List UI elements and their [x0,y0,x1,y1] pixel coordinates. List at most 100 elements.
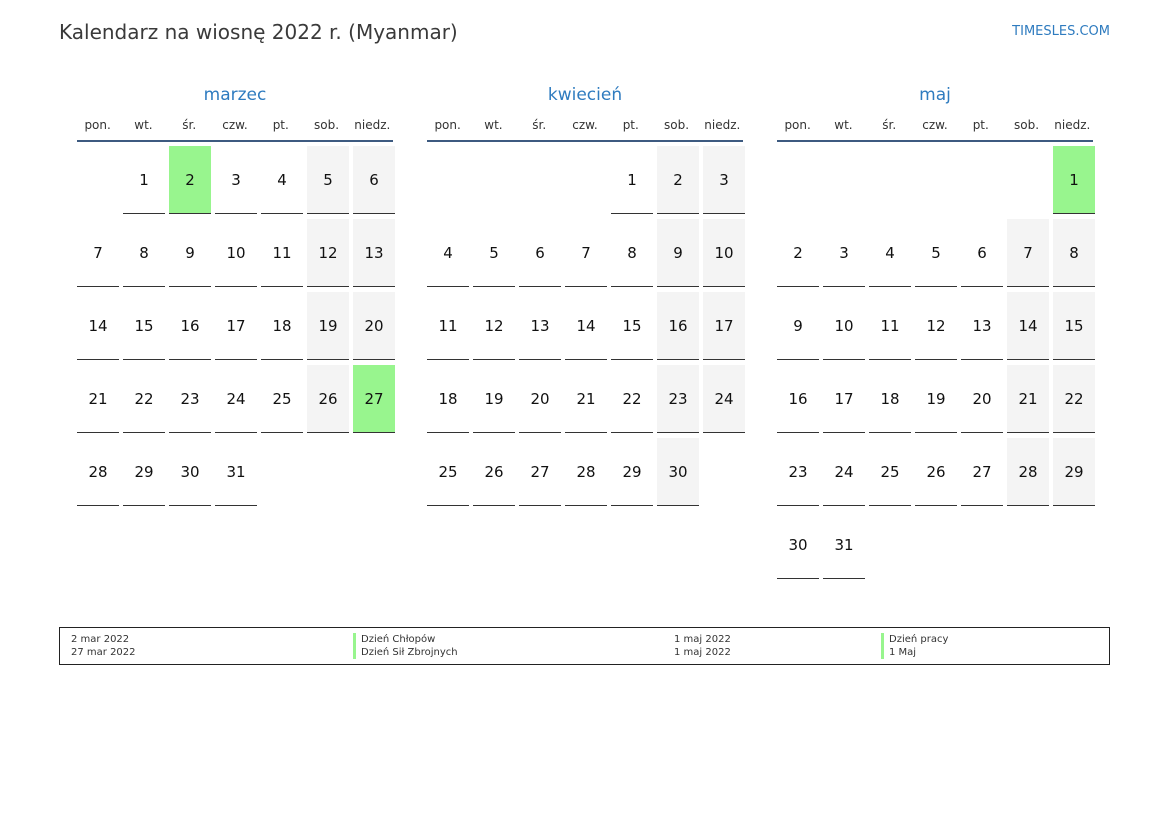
legend-holiday-name: Dzień Sił Zbrojnych [353,646,458,659]
day-cell: 17 [823,365,865,433]
day-cell: 11 [427,292,469,360]
day-cell: 7 [77,219,119,287]
day-cell: 19 [915,365,957,433]
day-cell: 31 [823,511,865,579]
header-divider [77,140,393,142]
weekday-label: niedz. [1054,118,1091,132]
day-cell: 15 [611,292,653,360]
day-cell: 28 [77,438,119,506]
empty-day-cell [823,146,865,214]
day-cell: 30 [169,438,211,506]
day-cell: 16 [657,292,699,360]
empty-day-cell [777,146,819,214]
day-cell: 8 [1053,219,1095,287]
day-cell: 23 [777,438,819,506]
day-cell: 24 [215,365,257,433]
weekday-label: czw. [222,118,248,132]
day-cell: 9 [657,219,699,287]
day-cell: 31 [215,438,257,506]
day-cell: 19 [307,292,349,360]
day-cell: 18 [869,365,911,433]
day-cell: 26 [307,365,349,433]
holiday-legend: 2 mar 2022 27 mar 2022 Dzień Chłopów Dzi… [59,627,1110,665]
weekday-header: pon. wt. śr. czw. pt. sob. niedz. [77,114,393,136]
weekday-label: wt. [134,118,153,132]
empty-day-cell [427,146,469,214]
weekday-label: pon. [434,118,461,132]
weekday-label: sob. [664,118,690,132]
empty-day-cell [473,146,515,214]
day-cell: 7 [1007,219,1049,287]
weekday-label: sob. [1014,118,1040,132]
legend-dates-left: 2 mar 2022 27 mar 2022 [71,633,136,659]
weekday-label: pon. [84,118,111,132]
empty-day-cell [1007,146,1049,214]
month-march: marzec pon. wt. śr. czw. pt. sob. niedz.… [77,84,395,506]
day-cell: 8 [123,219,165,287]
month-may: maj pon. wt. śr. czw. pt. sob. niedz. 12… [777,84,1095,579]
weekday-label: wt. [484,118,503,132]
empty-day-cell [961,146,1003,214]
weekday-header: pon. wt. śr. czw. pt. sob. niedz. [777,114,1093,136]
day-cell: 18 [427,365,469,433]
day-cell: 6 [353,146,395,214]
day-cell: 30 [777,511,819,579]
weekday-header: pon. wt. śr. czw. pt. sob. niedz. [427,114,743,136]
day-cell: 22 [1053,365,1095,433]
weekday-label: niedz. [354,118,391,132]
day-cell: 16 [777,365,819,433]
day-cell: 13 [519,292,561,360]
day-cell: 22 [123,365,165,433]
day-cell: 10 [823,292,865,360]
day-cell: 4 [869,219,911,287]
day-cell: 5 [473,219,515,287]
holiday-day-cell: 1 [1053,146,1095,214]
header-divider [427,140,743,142]
day-cell: 29 [123,438,165,506]
day-grid: 1 2 3 4 5 6 7 8 9 10 11 12 13 14 15 16 17 18 19 20 21 22 23 24 2… [427,146,745,506]
brand-link[interactable]: TIMESLES.COM [1012,24,1110,39]
legend-date: 1 maj 2022 [674,647,731,658]
empty-day-cell [77,146,119,214]
month-name: marzec [203,85,267,105]
day-cell: 27 [961,438,1003,506]
day-cell: 23 [657,365,699,433]
day-cell: 20 [519,365,561,433]
day-cell: 5 [915,219,957,287]
legend-date: 2 mar 2022 [71,634,130,645]
day-cell: 16 [169,292,211,360]
day-cell: 29 [1053,438,1095,506]
day-cell: 25 [261,365,303,433]
day-cell: 23 [169,365,211,433]
day-cell: 6 [961,219,1003,287]
day-cell: 3 [823,219,865,287]
day-cell: 12 [473,292,515,360]
day-cell: 4 [261,146,303,214]
weekday-label: sob. [314,118,340,132]
empty-day-cell [565,146,607,214]
day-cell: 14 [565,292,607,360]
weekday-label: czw. [572,118,598,132]
day-cell: 11 [869,292,911,360]
day-cell: 30 [657,438,699,506]
day-cell: 13 [961,292,1003,360]
day-cell: 6 [519,219,561,287]
empty-day-cell [519,146,561,214]
day-cell: 9 [169,219,211,287]
day-cell: 18 [261,292,303,360]
weekday-label: śr. [882,118,897,132]
legend-holiday-name: Dzień Chłopów [353,633,458,646]
weekday-label: śr. [182,118,197,132]
weekday-label: pt. [622,118,639,132]
day-cell: 2 [657,146,699,214]
legend-names-left: Dzień Chłopów Dzień Sił Zbrojnych [353,633,458,659]
day-cell: 7 [565,219,607,287]
legend-holiday-name: Dzień pracy [881,633,948,646]
day-cell: 26 [915,438,957,506]
day-cell: 19 [473,365,515,433]
day-cell: 3 [703,146,745,214]
day-cell: 1 [611,146,653,214]
day-cell: 8 [611,219,653,287]
legend-date: 27 mar 2022 [71,647,136,658]
header-divider [777,140,1093,142]
